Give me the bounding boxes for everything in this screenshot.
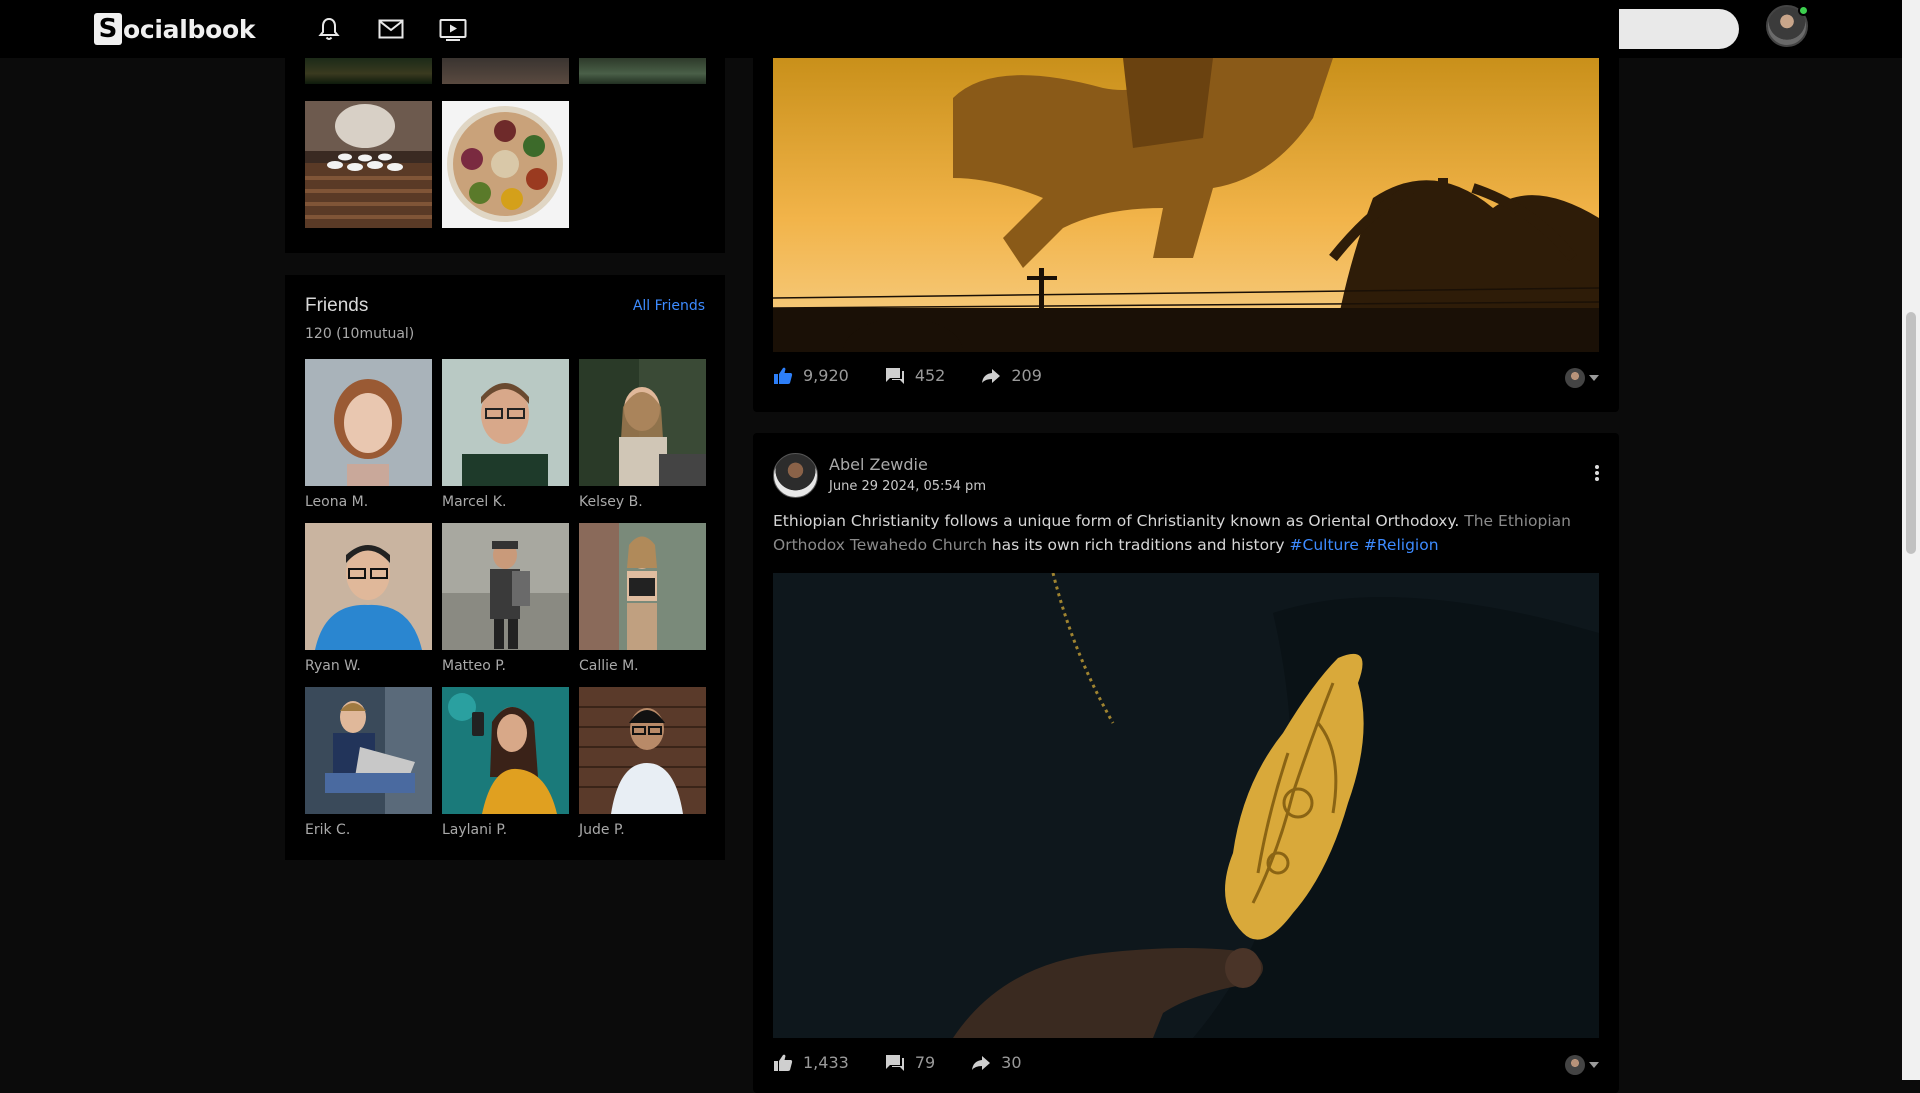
friend-photo[interactable] [305, 359, 432, 486]
comment-icon [885, 1054, 904, 1071]
friend-card[interactable]: Erik C. [305, 687, 432, 838]
friend-name[interactable]: Leona M. [305, 494, 432, 510]
audience-selector[interactable] [1565, 368, 1599, 388]
post-image[interactable] [773, 58, 1599, 352]
friend-photo[interactable] [579, 523, 706, 650]
mail-icon[interactable] [376, 14, 406, 44]
friend-name[interactable]: Kelsey B. [579, 494, 706, 510]
friend-card[interactable]: Matteo P. [442, 523, 569, 674]
mini-avatar [1565, 368, 1585, 388]
comment-button[interactable]: 452 [885, 366, 946, 385]
friend-card[interactable]: Ryan W. [305, 523, 432, 674]
friend-name[interactable]: Laylani P. [442, 822, 569, 838]
coffee-ceremony-photo[interactable] [305, 101, 432, 228]
comment-button[interactable]: 79 [885, 1053, 935, 1072]
all-friends-link[interactable]: All Friends [633, 298, 705, 314]
bell-icon[interactable] [314, 14, 344, 44]
friend-card[interactable]: Jude P. [579, 687, 706, 838]
post-text-rest: has its own rich traditions and history [986, 536, 1290, 554]
friends-panel: Friends 120 (10mutual) All Friends Leona… [285, 275, 725, 860]
photos-panel [285, 58, 725, 253]
logo-letter: S [94, 13, 122, 45]
post-card: Abel Zewdie June 29 2024, 05:54 pm Ethio… [753, 433, 1619, 1093]
friends-count: 120 (10mutual) [305, 326, 415, 342]
photo-thumbnail[interactable] [579, 58, 706, 84]
friend-card[interactable]: Kelsey B. [579, 359, 706, 510]
author-name[interactable]: Abel Zewdie [829, 455, 928, 474]
more-options-icon[interactable] [1595, 465, 1601, 483]
friend-photo[interactable] [442, 687, 569, 814]
friend-name[interactable]: Matteo P. [442, 658, 569, 674]
chevron-down-icon [1589, 1062, 1599, 1068]
post-image[interactable] [773, 573, 1599, 1038]
socialbook-logo[interactable]: S ocialbook [94, 9, 255, 49]
share-arrow-icon [972, 1055, 991, 1070]
page-scrollbar-thumb[interactable] [1906, 312, 1916, 554]
thumbs-up-icon [774, 1054, 793, 1071]
friend-card[interactable]: Callie M. [579, 523, 706, 674]
friend-photo[interactable] [305, 523, 432, 650]
post-date: June 29 2024, 05:54 pm [829, 479, 986, 494]
mini-avatar [1565, 1055, 1585, 1075]
video-icon[interactable] [438, 14, 468, 44]
friend-photo[interactable] [579, 687, 706, 814]
friend-name[interactable]: Erik C. [305, 822, 432, 838]
comment-count: 452 [914, 366, 946, 385]
logo-text: ocialbook [123, 14, 256, 44]
audience-selector[interactable] [1565, 1055, 1599, 1075]
online-status-indicator [1798, 5, 1809, 16]
comment-count: 79 [914, 1053, 936, 1072]
chevron-down-icon [1589, 375, 1599, 381]
like-button[interactable]: 1,433 [773, 1053, 849, 1072]
post-card: 9,920 452 209 [753, 0, 1619, 412]
like-button[interactable]: 9,920 [773, 366, 849, 385]
thumbs-up-icon [774, 367, 793, 384]
photo-thumbnail[interactable] [305, 58, 432, 84]
injera-platter-photo[interactable] [442, 101, 569, 228]
photo-thumbnail[interactable] [442, 58, 569, 84]
post-hashtags[interactable]: #Culture #Religion [1290, 536, 1439, 554]
friend-name[interactable]: Callie M. [579, 658, 706, 674]
comment-icon [885, 367, 904, 384]
friend-name[interactable]: Ryan W. [305, 658, 432, 674]
post-actions: 1,433 79 30 [773, 1053, 1058, 1072]
friend-photo[interactable] [579, 359, 706, 486]
share-count: 209 [1011, 366, 1042, 385]
friend-photo[interactable] [305, 687, 432, 814]
friend-name[interactable]: Marcel K. [442, 494, 569, 510]
like-count: 1,433 [803, 1053, 849, 1072]
friend-card[interactable]: Marcel K. [442, 359, 569, 510]
friend-card[interactable]: Laylani P. [442, 687, 569, 838]
friend-card[interactable]: Leona M. [305, 359, 432, 510]
post-text: Ethiopian Christianity follows a unique … [773, 509, 1599, 557]
author-avatar[interactable] [773, 453, 818, 498]
friend-photo[interactable] [442, 523, 569, 650]
friends-heading: Friends [305, 295, 369, 316]
share-arrow-icon [982, 368, 1001, 383]
share-button[interactable]: 209 [981, 366, 1042, 385]
share-count: 30 [1001, 1053, 1022, 1072]
friend-name[interactable]: Jude P. [579, 822, 706, 838]
post-text-main: Ethiopian Christianity follows a unique … [773, 512, 1465, 530]
post-actions: 9,920 452 209 [773, 366, 1078, 385]
friend-photo[interactable] [442, 359, 569, 486]
share-button[interactable]: 30 [971, 1053, 1022, 1072]
like-count: 9,920 [803, 366, 849, 385]
